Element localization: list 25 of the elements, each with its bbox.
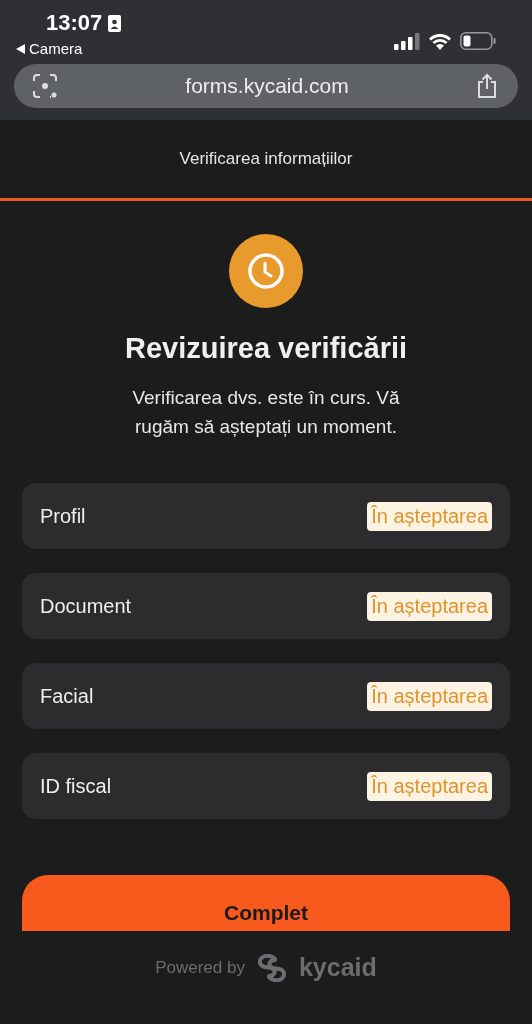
step-name: Facial [40,684,94,708]
status-badge: În așteptarea [367,681,492,711]
id-card-icon [108,14,122,32]
status-badge: În așteptarea [367,771,492,801]
wifi-icon [428,32,452,50]
camera-scan-icon [32,73,58,99]
share-icon[interactable] [476,73,498,99]
back-link[interactable]: Camera [16,40,122,57]
signal-icon [394,32,420,50]
back-arrow-icon [16,43,25,54]
complete-button[interactable]: Complet [22,875,510,931]
brand-name: kycaid [298,953,377,982]
status-badge: În așteptarea [367,501,492,531]
step-name: Document [40,594,132,618]
url-text: forms.kycaid.com [185,74,349,98]
review-title: Revizuirea verificării [124,332,408,365]
page-header-title: Verificarea informațiilor [179,149,353,169]
powered-by-text: Powered by [155,957,245,978]
address-bar[interactable]: forms.kycaid.com [14,64,518,108]
step-name: ID fiscal [40,774,112,798]
status-time: 13:07 [46,10,103,36]
review-message: Verificarea dvs. este în curs. Vă rugăm să așteptați un moment. [131,386,401,439]
step-name: Profil [40,504,86,528]
battery-icon [460,32,496,50]
status-badge: În așteptarea [367,591,492,621]
